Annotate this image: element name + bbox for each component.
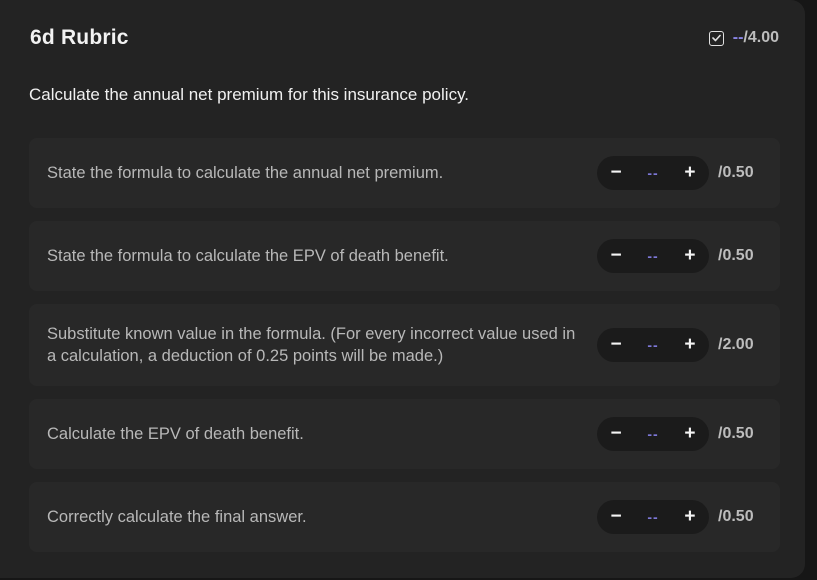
score-value: -- bbox=[647, 509, 659, 525]
score-value: -- bbox=[647, 165, 659, 181]
increment-button[interactable]: + bbox=[675, 158, 705, 188]
score-stepper: − -- + bbox=[597, 417, 709, 451]
rubric-title: 6d Rubric bbox=[30, 26, 129, 49]
score-value: -- bbox=[647, 248, 659, 264]
score-value: -- bbox=[647, 337, 659, 353]
criterion-row: State the formula to calculate the EPV o… bbox=[29, 221, 780, 291]
criterion-text: Correctly calculate the final answer. bbox=[47, 508, 307, 526]
criterion-scoring: − -- + /0.50 bbox=[597, 500, 762, 534]
criteria-list: State the formula to calculate the annua… bbox=[29, 138, 780, 552]
score-stepper: − -- + bbox=[597, 156, 709, 190]
criterion-text: State the formula to calculate the annua… bbox=[47, 164, 444, 182]
max-points: /0.50 bbox=[718, 508, 754, 525]
rubric-header: 6d Rubric --/4.00 bbox=[30, 24, 779, 52]
increment-button[interactable]: + bbox=[675, 419, 705, 449]
rubric-total: --/4.00 bbox=[708, 29, 779, 47]
criterion-row: State the formula to calculate the annua… bbox=[29, 138, 780, 208]
increment-button[interactable]: + bbox=[675, 241, 705, 271]
decrement-button[interactable]: − bbox=[601, 502, 631, 532]
checkbox-icon[interactable] bbox=[708, 30, 724, 46]
increment-button[interactable]: + bbox=[675, 502, 705, 532]
score-stepper: − -- + bbox=[597, 328, 709, 362]
increment-button[interactable]: + bbox=[675, 330, 705, 360]
total-score: -- bbox=[732, 29, 744, 46]
max-points: /2.00 bbox=[718, 336, 754, 353]
criterion-text: Substitute known value in the formula. (… bbox=[47, 325, 576, 365]
score-value: -- bbox=[647, 426, 659, 442]
total-max: /4.00 bbox=[743, 29, 779, 46]
max-points: /0.50 bbox=[718, 425, 754, 442]
score-stepper: − -- + bbox=[597, 500, 709, 534]
criterion-scoring: − -- + /0.50 bbox=[597, 239, 762, 273]
criterion-text: Calculate the EPV of death benefit. bbox=[47, 425, 304, 443]
decrement-button[interactable]: − bbox=[601, 330, 631, 360]
criterion-row: Substitute known value in the formula. (… bbox=[29, 304, 780, 386]
question-text: Calculate the annual net premium for thi… bbox=[29, 85, 470, 104]
criterion-row: Correctly calculate the final answer. − … bbox=[29, 482, 780, 552]
max-points: /0.50 bbox=[718, 164, 754, 181]
criterion-scoring: − -- + /0.50 bbox=[597, 156, 762, 190]
max-points: /0.50 bbox=[718, 247, 754, 264]
rubric-panel: 6d Rubric --/4.00 Calculate the annual n… bbox=[0, 0, 805, 578]
decrement-button[interactable]: − bbox=[601, 158, 631, 188]
criterion-scoring: − -- + /0.50 bbox=[597, 417, 762, 451]
criterion-text: State the formula to calculate the EPV o… bbox=[47, 247, 449, 265]
decrement-button[interactable]: − bbox=[601, 241, 631, 271]
decrement-button[interactable]: − bbox=[601, 419, 631, 449]
score-stepper: − -- + bbox=[597, 239, 709, 273]
criterion-scoring: − -- + /2.00 bbox=[597, 328, 762, 362]
criterion-row: Calculate the EPV of death benefit. − --… bbox=[29, 399, 780, 469]
